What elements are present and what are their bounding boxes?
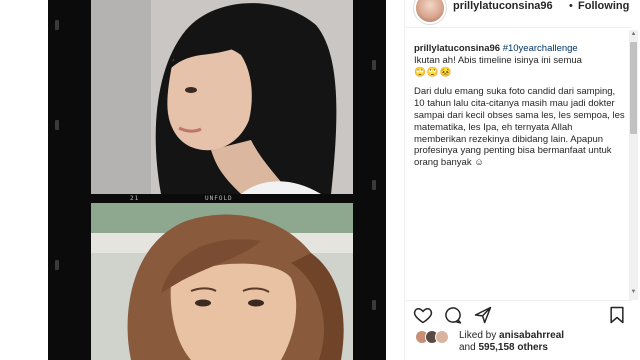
liker-avatar[interactable] xyxy=(435,330,449,344)
recent-portrait-illustration xyxy=(91,203,353,360)
film-frame-number: 21 xyxy=(130,195,140,202)
liker-username-link[interactable]: anisabahrreal xyxy=(499,330,564,341)
caption-author-link[interactable]: prillylatuconsina96 xyxy=(414,43,500,54)
likes-prefix: Liked by xyxy=(459,330,497,341)
share-icon[interactable] xyxy=(473,305,493,325)
post-actions-bar xyxy=(405,300,631,326)
bookmark-icon[interactable] xyxy=(607,305,627,325)
caption-paragraph: Dari dulu emang suka foto candid dari sa… xyxy=(414,86,625,169)
scroll-down-arrow-icon[interactable]: ▼ xyxy=(629,288,638,297)
comment-icon[interactable] xyxy=(443,305,463,325)
scroll-up-arrow-icon[interactable]: ▲ xyxy=(629,30,638,39)
childhood-photo xyxy=(91,0,353,194)
caption-line-1: Ikutan ah! Abis timeline isinya ini semu… xyxy=(414,54,582,66)
scroll-thumb[interactable] xyxy=(630,42,637,134)
caption-emoji-line: 🙄🙄😣 xyxy=(414,66,453,78)
hashtag-link[interactable]: #10yearchallenge xyxy=(503,43,578,54)
following-button[interactable]: Following xyxy=(578,0,629,12)
film-sprocket xyxy=(372,60,376,70)
heart-icon[interactable] xyxy=(413,305,433,325)
author-username-link[interactable]: prillylatuconsina96 xyxy=(453,0,553,12)
film-brand-label: UNFOLD xyxy=(205,195,233,202)
film-sprocket xyxy=(55,120,59,130)
childhood-portrait-illustration xyxy=(91,0,353,194)
likes-conjunction: and xyxy=(459,342,476,353)
film-sprocket xyxy=(55,260,59,270)
author-avatar[interactable] xyxy=(414,0,446,24)
caption-smile-emoji: ☺ xyxy=(474,157,484,169)
header-separator: • xyxy=(569,0,573,12)
likes-count-link[interactable]: 595,158 others xyxy=(478,342,548,353)
likes-section: Liked by anisabahrreal and 595,158 other… xyxy=(415,328,631,358)
likes-summary: Liked by anisabahrreal and 595,158 other… xyxy=(459,330,564,354)
caption-scrollbar[interactable]: ▲ ▼ xyxy=(629,30,638,300)
post-caption: prillylatuconsina96 #10yearchallenge Iku… xyxy=(414,43,627,283)
post-header: prillylatuconsina96 • Following xyxy=(405,0,631,28)
film-sprocket xyxy=(55,20,59,30)
film-sprocket xyxy=(372,300,376,310)
post-side-panel: prillylatuconsina96 • Following prillyla… xyxy=(404,0,640,360)
post-media[interactable]: 21 UNFOLD xyxy=(0,0,404,360)
recent-photo xyxy=(91,203,353,360)
film-sprocket xyxy=(372,180,376,190)
